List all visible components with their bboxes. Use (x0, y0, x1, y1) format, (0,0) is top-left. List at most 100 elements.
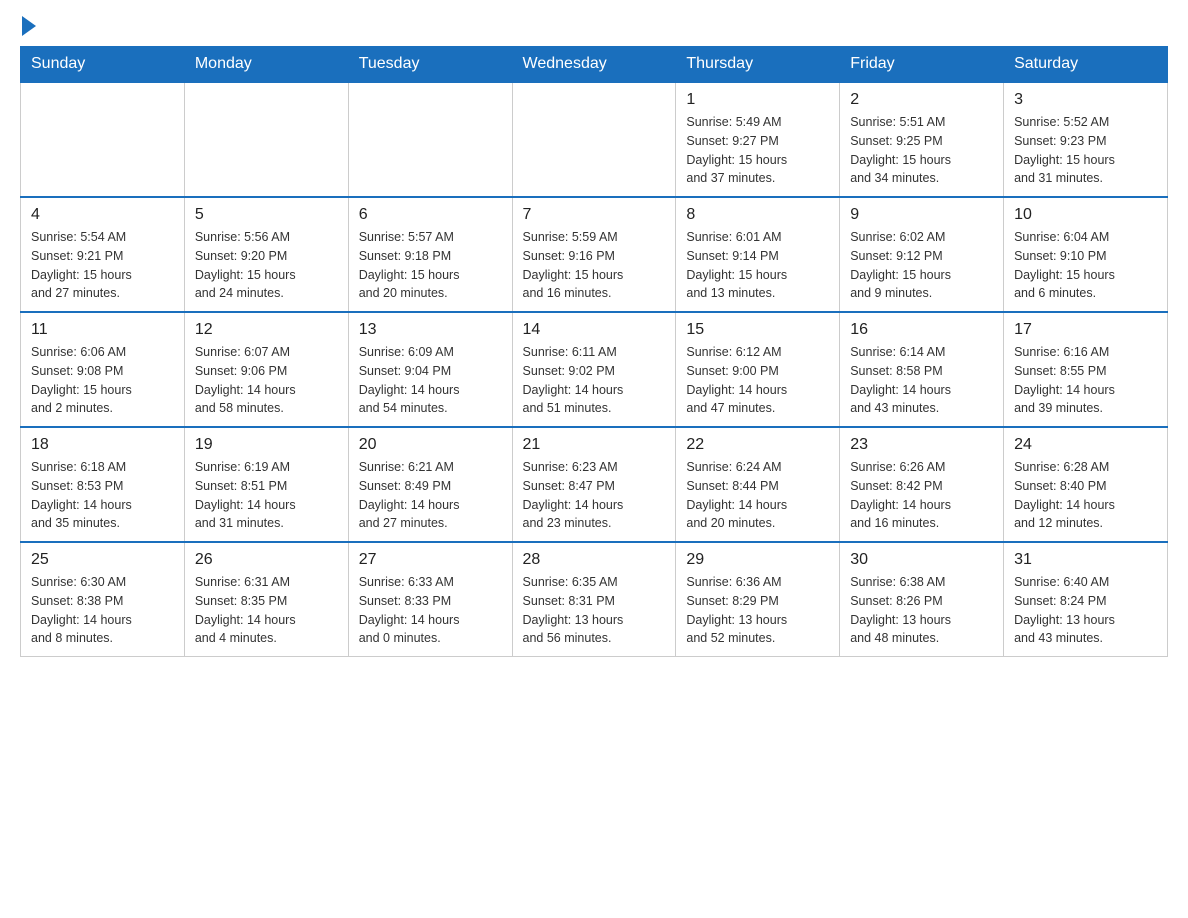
calendar-cell: 18 Sunrise: 6:18 AM Sunset: 8:53 PM Dayli… (21, 427, 185, 542)
logo-triangle-icon (22, 16, 36, 36)
calendar-cell: 13 Sunrise: 6:09 AM Sunset: 9:04 PM Dayli… (348, 312, 512, 427)
calendar-cell: 20 Sunrise: 6:21 AM Sunset: 8:49 PM Dayli… (348, 427, 512, 542)
calendar-cell: 1 Sunrise: 5:49 AM Sunset: 9:27 PM Daylig… (676, 82, 840, 197)
calendar-cell: 3 Sunrise: 5:52 AM Sunset: 9:23 PM Daylig… (1004, 82, 1168, 197)
day-number: 13 (359, 321, 502, 339)
day-number: 29 (686, 551, 829, 569)
week-row-2: 4Sunrise: 5:54 AM Sunset: 9:21 PM Daylig… (21, 197, 1168, 312)
calendar-cell: 17 Sunrise: 6:16 AM Sunset: 8:55 PM Dayli… (1004, 312, 1168, 427)
day-number: 21 (523, 436, 666, 454)
week-row-1: 1 Sunrise: 5:49 AM Sunset: 9:27 PM Daylig… (21, 82, 1168, 197)
day-number: 9 (850, 206, 993, 224)
day-number: 15 (686, 321, 829, 339)
day-number: 25 (31, 551, 174, 569)
day-info: Sunrise: 6:12 AM Sunset: 9:00 PM Dayligh… (686, 343, 829, 418)
weekday-header-thursday: Thursday (676, 47, 840, 83)
calendar-cell (21, 82, 185, 197)
day-info: Sunrise: 6:23 AM Sunset: 8:47 PM Dayligh… (523, 458, 666, 533)
day-info: Sunrise: 6:21 AM Sunset: 8:49 PM Dayligh… (359, 458, 502, 533)
calendar-table: SundayMondayTuesdayWednesdayThursdayFrid… (20, 46, 1168, 657)
calendar-cell: 5 Sunrise: 5:56 AM Sunset: 9:20 PM Daylig… (184, 197, 348, 312)
day-number: 8 (686, 206, 829, 224)
day-info: Sunrise: 6:06 AM Sunset: 9:08 PM Dayligh… (31, 343, 174, 418)
day-info: Sunrise: 6:26 AM Sunset: 8:42 PM Dayligh… (850, 458, 993, 533)
day-info: Sunrise: 6:36 AM Sunset: 8:29 PM Dayligh… (686, 573, 829, 648)
weekday-header-tuesday: Tuesday (348, 47, 512, 83)
day-info: Sunrise: 5:56 AM Sunset: 9:20 PM Dayligh… (195, 228, 338, 303)
calendar-cell: 25 Sunrise: 6:30 AM Sunset: 8:38 PM Dayli… (21, 542, 185, 657)
day-number: 11 (31, 321, 174, 339)
day-number: 27 (359, 551, 502, 569)
weekday-header-sunday: Sunday (21, 47, 185, 83)
calendar-cell: 30Sunrise: 6:38 AM Sunset: 8:26 PM Dayli… (840, 542, 1004, 657)
calendar-header-row: SundayMondayTuesdayWednesdayThursdayFrid… (21, 47, 1168, 83)
day-info: Sunrise: 6:16 AM Sunset: 8:55 PM Dayligh… (1014, 343, 1157, 418)
day-number: 1 (686, 91, 829, 109)
calendar-cell: 21 Sunrise: 6:23 AM Sunset: 8:47 PM Dayli… (512, 427, 676, 542)
calendar-cell: 19Sunrise: 6:19 AM Sunset: 8:51 PM Dayli… (184, 427, 348, 542)
calendar-cell: 16 Sunrise: 6:14 AM Sunset: 8:58 PM Dayli… (840, 312, 1004, 427)
calendar-cell: 23Sunrise: 6:26 AM Sunset: 8:42 PM Dayli… (840, 427, 1004, 542)
day-info: Sunrise: 5:57 AM Sunset: 9:18 PM Dayligh… (359, 228, 502, 303)
calendar-cell: 15 Sunrise: 6:12 AM Sunset: 9:00 PM Dayli… (676, 312, 840, 427)
weekday-header-saturday: Saturday (1004, 47, 1168, 83)
day-number: 6 (359, 206, 502, 224)
calendar-cell: 22Sunrise: 6:24 AM Sunset: 8:44 PM Dayli… (676, 427, 840, 542)
calendar-cell: 10Sunrise: 6:04 AM Sunset: 9:10 PM Dayli… (1004, 197, 1168, 312)
day-info: Sunrise: 6:24 AM Sunset: 8:44 PM Dayligh… (686, 458, 829, 533)
calendar-cell: 14 Sunrise: 6:11 AM Sunset: 9:02 PM Dayli… (512, 312, 676, 427)
calendar-cell: 11 Sunrise: 6:06 AM Sunset: 9:08 PM Dayli… (21, 312, 185, 427)
day-info: Sunrise: 5:59 AM Sunset: 9:16 PM Dayligh… (523, 228, 666, 303)
day-info: Sunrise: 6:02 AM Sunset: 9:12 PM Dayligh… (850, 228, 993, 303)
day-info: Sunrise: 6:14 AM Sunset: 8:58 PM Dayligh… (850, 343, 993, 418)
week-row-4: 18 Sunrise: 6:18 AM Sunset: 8:53 PM Dayli… (21, 427, 1168, 542)
day-info: Sunrise: 6:07 AM Sunset: 9:06 PM Dayligh… (195, 343, 338, 418)
weekday-header-monday: Monday (184, 47, 348, 83)
calendar-cell: 4Sunrise: 5:54 AM Sunset: 9:21 PM Daylig… (21, 197, 185, 312)
day-number: 28 (523, 551, 666, 569)
day-number: 24 (1014, 436, 1157, 454)
day-number: 20 (359, 436, 502, 454)
day-number: 18 (31, 436, 174, 454)
page-header (20, 20, 1168, 36)
day-info: Sunrise: 6:18 AM Sunset: 8:53 PM Dayligh… (31, 458, 174, 533)
calendar-cell (348, 82, 512, 197)
day-info: Sunrise: 5:49 AM Sunset: 9:27 PM Dayligh… (686, 113, 829, 188)
day-info: Sunrise: 6:09 AM Sunset: 9:04 PM Dayligh… (359, 343, 502, 418)
week-row-3: 11 Sunrise: 6:06 AM Sunset: 9:08 PM Dayli… (21, 312, 1168, 427)
day-info: Sunrise: 5:52 AM Sunset: 9:23 PM Dayligh… (1014, 113, 1157, 188)
calendar-cell: 2Sunrise: 5:51 AM Sunset: 9:25 PM Daylig… (840, 82, 1004, 197)
day-info: Sunrise: 6:31 AM Sunset: 8:35 PM Dayligh… (195, 573, 338, 648)
calendar-cell: 28 Sunrise: 6:35 AM Sunset: 8:31 PM Dayli… (512, 542, 676, 657)
calendar-cell (184, 82, 348, 197)
day-info: Sunrise: 6:33 AM Sunset: 8:33 PM Dayligh… (359, 573, 502, 648)
day-number: 5 (195, 206, 338, 224)
day-info: Sunrise: 6:30 AM Sunset: 8:38 PM Dayligh… (31, 573, 174, 648)
day-number: 16 (850, 321, 993, 339)
day-number: 31 (1014, 551, 1157, 569)
weekday-header-friday: Friday (840, 47, 1004, 83)
day-number: 7 (523, 206, 666, 224)
calendar-cell: 31 Sunrise: 6:40 AM Sunset: 8:24 PM Dayli… (1004, 542, 1168, 657)
day-number: 19 (195, 436, 338, 454)
day-info: Sunrise: 6:11 AM Sunset: 9:02 PM Dayligh… (523, 343, 666, 418)
logo (20, 20, 36, 36)
calendar-cell: 12 Sunrise: 6:07 AM Sunset: 9:06 PM Dayli… (184, 312, 348, 427)
day-number: 10 (1014, 206, 1157, 224)
calendar-cell: 27 Sunrise: 6:33 AM Sunset: 8:33 PM Dayli… (348, 542, 512, 657)
calendar-cell: 9 Sunrise: 6:02 AM Sunset: 9:12 PM Daylig… (840, 197, 1004, 312)
calendar-cell (512, 82, 676, 197)
week-row-5: 25 Sunrise: 6:30 AM Sunset: 8:38 PM Dayli… (21, 542, 1168, 657)
day-info: Sunrise: 5:54 AM Sunset: 9:21 PM Dayligh… (31, 228, 174, 303)
day-info: Sunrise: 6:40 AM Sunset: 8:24 PM Dayligh… (1014, 573, 1157, 648)
calendar-cell: 6 Sunrise: 5:57 AM Sunset: 9:18 PM Daylig… (348, 197, 512, 312)
day-number: 3 (1014, 91, 1157, 109)
calendar-cell: 7 Sunrise: 5:59 AM Sunset: 9:16 PM Daylig… (512, 197, 676, 312)
day-number: 17 (1014, 321, 1157, 339)
day-info: Sunrise: 6:35 AM Sunset: 8:31 PM Dayligh… (523, 573, 666, 648)
day-info: Sunrise: 6:28 AM Sunset: 8:40 PM Dayligh… (1014, 458, 1157, 533)
day-number: 14 (523, 321, 666, 339)
calendar-cell: 8Sunrise: 6:01 AM Sunset: 9:14 PM Daylig… (676, 197, 840, 312)
day-number: 2 (850, 91, 993, 109)
day-number: 12 (195, 321, 338, 339)
